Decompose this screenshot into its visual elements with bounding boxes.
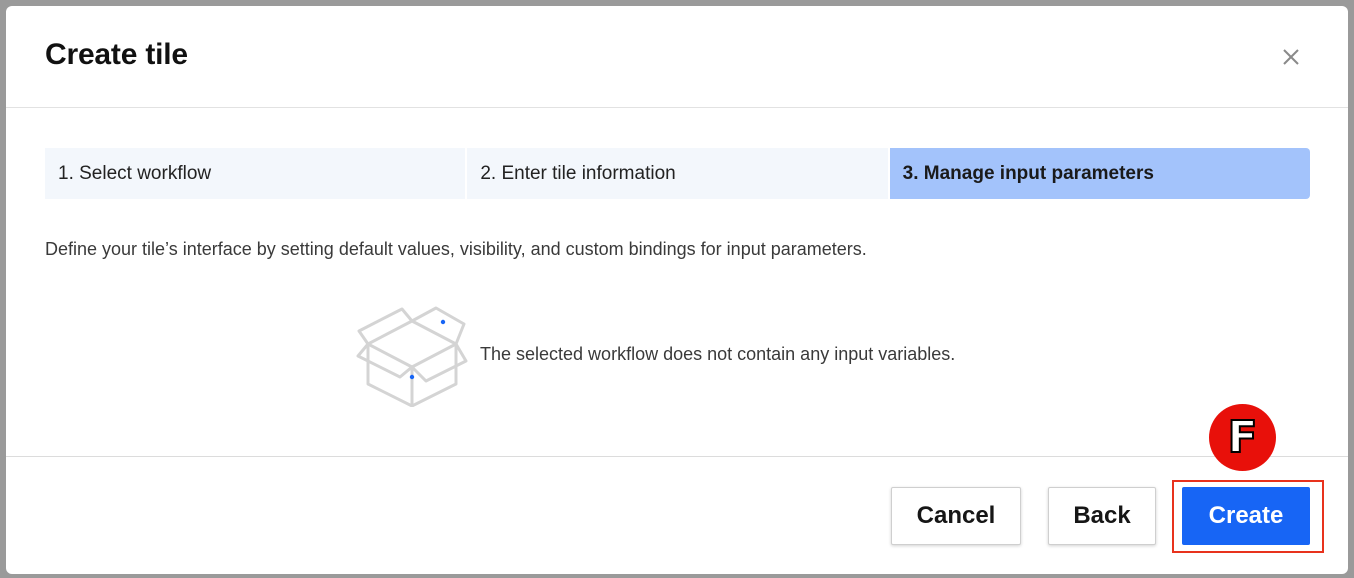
dialog-footer: Cancel Back Create	[6, 456, 1348, 574]
close-button[interactable]	[1280, 46, 1302, 68]
empty-state-message: The selected workflow does not contain a…	[480, 343, 956, 364]
wizard-steps: 1. Select workflow 2. Enter tile informa…	[45, 148, 1310, 199]
back-button[interactable]: Back	[1048, 487, 1156, 545]
close-icon	[1283, 49, 1299, 65]
create-tile-dialog: Create tile 1. Select workflow 2. Enter …	[6, 6, 1348, 574]
step-select-workflow[interactable]: 1. Select workflow	[45, 148, 466, 199]
step-enter-tile-information[interactable]: 2. Enter tile information	[467, 148, 888, 199]
open-box-icon	[356, 306, 468, 407]
cancel-button[interactable]: Cancel	[891, 487, 1021, 545]
dialog-header: Create tile	[6, 6, 1348, 108]
annotation-marker: F	[1209, 404, 1276, 471]
dialog-title: Create tile	[45, 38, 188, 71]
empty-state: The selected workflow does not contain a…	[356, 301, 955, 407]
create-button[interactable]: Create	[1182, 487, 1310, 545]
step-description: Define your tile’s interface by setting …	[45, 239, 867, 259]
annotation-marker-label: F	[1226, 411, 1258, 463]
step-manage-input-parameters[interactable]: 3. Manage input parameters	[889, 148, 1310, 199]
